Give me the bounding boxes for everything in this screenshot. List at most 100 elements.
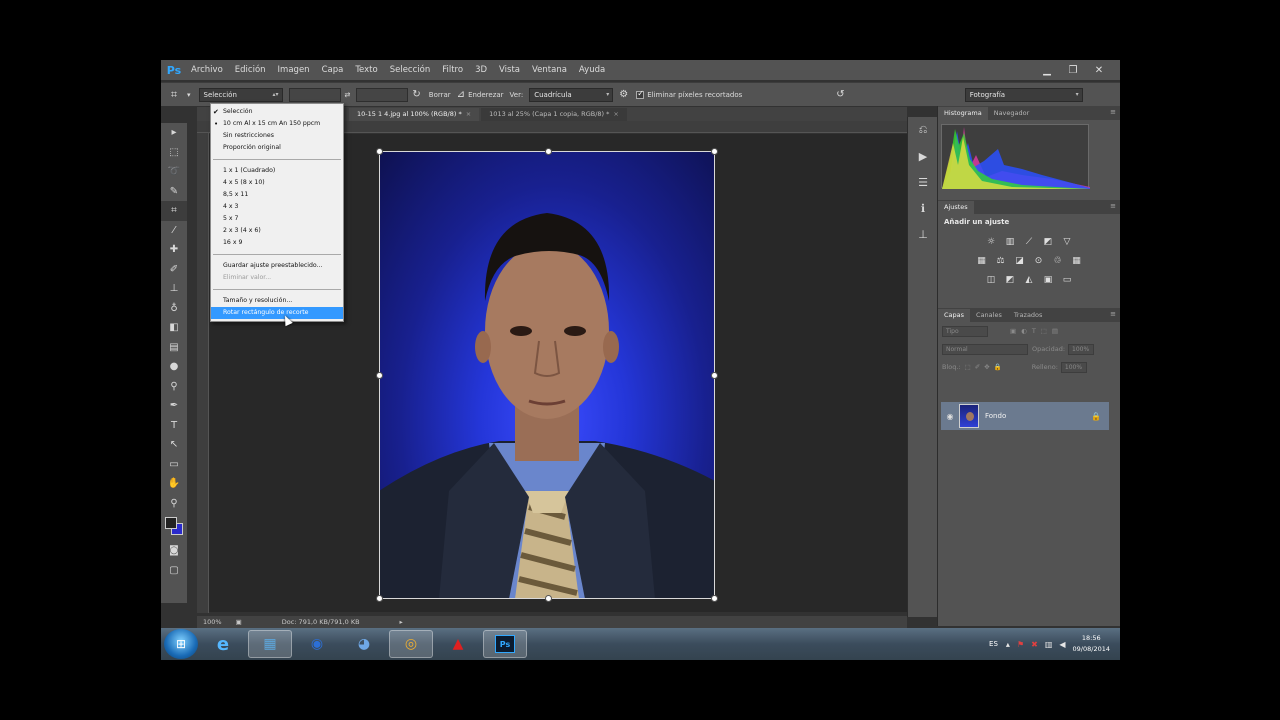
- menu-item-unconstrained[interactable]: Sin restricciones: [211, 130, 343, 142]
- hue-saturation-icon[interactable]: ▦: [973, 254, 991, 268]
- minimize-button[interactable]: ▁: [1034, 65, 1060, 76]
- gear-icon[interactable]: ⚙: [619, 89, 628, 100]
- panel-menu-icon[interactable]: ≡: [1110, 202, 1116, 210]
- layer-name[interactable]: Fondo: [985, 412, 1091, 420]
- status-arrow-icon[interactable]: ▸: [400, 618, 403, 626]
- pen-tool-icon[interactable]: ✒: [161, 396, 187, 416]
- rectangle-tool-icon[interactable]: ▭: [161, 455, 187, 475]
- history-brush-tool-icon[interactable]: ♁: [161, 299, 187, 319]
- language-indicator[interactable]: ES: [989, 640, 998, 648]
- height-input[interactable]: [356, 87, 409, 102]
- start-button[interactable]: ⊞: [164, 629, 198, 659]
- volume-icon[interactable]: ◀: [1059, 640, 1065, 649]
- file-explorer-icon[interactable]: ▦: [248, 630, 292, 658]
- menu-item-ratio[interactable]: 2 x 3 (4 x 6): [211, 225, 343, 237]
- crop-tool-icon[interactable]: ⌗: [161, 88, 187, 102]
- info-panel-icon[interactable]: ℹ: [908, 195, 938, 221]
- path-selection-tool-icon[interactable]: ↖: [161, 435, 187, 455]
- doc-size-icon[interactable]: ▣: [236, 618, 242, 626]
- properties-panel-icon[interactable]: ☰: [908, 169, 938, 195]
- straighten-label[interactable]: Enderezar: [468, 91, 503, 99]
- healing-brush-tool-icon[interactable]: ✚: [161, 240, 187, 260]
- crop-handle-bottom[interactable]: [545, 595, 552, 602]
- panel-menu-icon[interactable]: ≡: [1110, 310, 1116, 318]
- color-balance-icon[interactable]: ⚖: [992, 254, 1010, 268]
- clone-stamp-tool-icon[interactable]: ⊥: [161, 279, 187, 299]
- menu-item-ratio[interactable]: 1 x 1 (Cuadrado): [211, 165, 343, 177]
- tab-navegador[interactable]: Navegador: [988, 107, 1036, 120]
- overlay-view-select[interactable]: Cuadrícula ▾: [529, 87, 614, 102]
- blur-tool-icon[interactable]: ●: [161, 357, 187, 377]
- hand-tool-icon[interactable]: ✋: [161, 474, 187, 494]
- camera-app-icon[interactable]: ◎: [389, 630, 433, 658]
- eraser-tool-icon[interactable]: ◧: [161, 318, 187, 338]
- red-app-icon[interactable]: ▲: [436, 630, 480, 658]
- panel-menu-icon[interactable]: ≡: [1110, 108, 1116, 116]
- exposure-icon[interactable]: ◩: [1039, 235, 1057, 249]
- rotate-icon[interactable]: ↻: [412, 89, 420, 100]
- crop-tool-icon[interactable]: ⌗: [161, 201, 187, 221]
- menu-ayuda[interactable]: Ayuda: [573, 60, 611, 80]
- show-hidden-icons[interactable]: ▴: [1006, 640, 1010, 649]
- crop-rectangle[interactable]: [376, 148, 718, 602]
- menu-item-rotate-crop[interactable]: Rotar rectángulo de recorte: [211, 307, 343, 319]
- tab-trazados[interactable]: Trazados: [1008, 309, 1049, 322]
- curves-icon[interactable]: ⟋: [1020, 235, 1038, 249]
- channel-mixer-icon[interactable]: ♲: [1049, 254, 1067, 268]
- eyedropper-tool-icon[interactable]: ⁄: [161, 221, 187, 241]
- selective-color-icon[interactable]: ▣: [1039, 273, 1057, 287]
- menu-filtro[interactable]: Filtro: [436, 60, 469, 80]
- tab-capas[interactable]: Capas: [938, 309, 971, 322]
- layer-filter-icons[interactable]: ▣◐T⬚▤: [1010, 327, 1063, 335]
- crop-handle-right[interactable]: [711, 372, 718, 379]
- quick-selection-tool-icon[interactable]: ✎: [161, 182, 187, 202]
- menu-item-custom-size[interactable]: • 10 cm Al x 15 cm An 150 ppcm: [211, 118, 343, 130]
- zoom-level[interactable]: 100%: [203, 618, 222, 626]
- levels-icon[interactable]: ▥: [1001, 235, 1019, 249]
- history-panel-icon[interactable]: ⎌: [908, 117, 938, 143]
- actions-panel-icon[interactable]: ▶: [908, 143, 938, 169]
- menu-archivo[interactable]: Archivo: [185, 60, 229, 80]
- menu-item-ratio[interactable]: 5 x 7: [211, 213, 343, 225]
- screen-mode-icon[interactable]: ▢: [161, 561, 187, 581]
- eye-icon[interactable]: ◉: [941, 412, 959, 421]
- menu-3d[interactable]: 3D: [469, 60, 493, 80]
- blend-mode-select[interactable]: Normal: [942, 343, 1028, 355]
- menu-item-ratio[interactable]: 4 x 5 (8 x 10): [211, 177, 343, 189]
- lock-icons[interactable]: ⬚✐✥🔒: [965, 363, 1006, 371]
- posterize-icon[interactable]: ◩: [1001, 273, 1019, 287]
- swap-dimensions-icon[interactable]: ⇄: [345, 91, 351, 99]
- crop-handle-top-left[interactable]: [376, 148, 383, 155]
- zoom-tool-icon[interactable]: ⚲: [161, 494, 187, 514]
- reset-icon[interactable]: ↺: [836, 89, 844, 100]
- color-lookup-icon[interactable]: ▦: [1068, 254, 1086, 268]
- dodge-tool-icon[interactable]: ⚲: [161, 377, 187, 397]
- menu-item-size-resolution[interactable]: Tamaño y resolución...: [211, 295, 343, 307]
- layer-kind-select[interactable]: Tipo: [942, 325, 988, 337]
- firefox-icon[interactable]: ◕: [342, 630, 386, 658]
- quick-mask-icon[interactable]: ◙: [161, 541, 187, 561]
- dropdown-arrow-icon[interactable]: ▾: [187, 91, 191, 99]
- photo-filter-icon[interactable]: ⊙: [1030, 254, 1048, 268]
- close-tab-icon[interactable]: ×: [466, 110, 471, 118]
- tab-ajustes[interactable]: Ajustes: [938, 201, 974, 214]
- internet-explorer-icon[interactable]: e: [201, 630, 245, 658]
- foreground-color-swatch[interactable]: [165, 517, 177, 529]
- vibrance-icon[interactable]: ▽: [1058, 235, 1076, 249]
- tab-canales[interactable]: Canales: [970, 309, 1008, 322]
- crop-handle-top-right[interactable]: [711, 148, 718, 155]
- black-white-icon[interactable]: ◪: [1011, 254, 1029, 268]
- clear-button[interactable]: Borrar: [429, 91, 451, 99]
- menu-vista[interactable]: Vista: [493, 60, 526, 80]
- menu-item-ratio[interactable]: 4 x 3: [211, 201, 343, 213]
- tab-document-2[interactable]: 1013 al 25% (Capa 1 copia, RGB/8) * ×: [481, 108, 627, 121]
- clone-source-panel-icon[interactable]: ⊥: [908, 221, 938, 247]
- gradient-map-icon[interactable]: ▭: [1058, 273, 1076, 287]
- crop-handle-left[interactable]: [376, 372, 383, 379]
- crop-handle-bottom-right[interactable]: [711, 595, 718, 602]
- tab-histograma[interactable]: Histograma: [938, 107, 988, 120]
- straighten-icon[interactable]: ⊿: [457, 89, 465, 100]
- lock-icon[interactable]: 🔒: [1091, 412, 1101, 421]
- crop-handle-top[interactable]: [545, 148, 552, 155]
- menu-item-save-preset[interactable]: Guardar ajuste preestablecido...: [211, 260, 343, 272]
